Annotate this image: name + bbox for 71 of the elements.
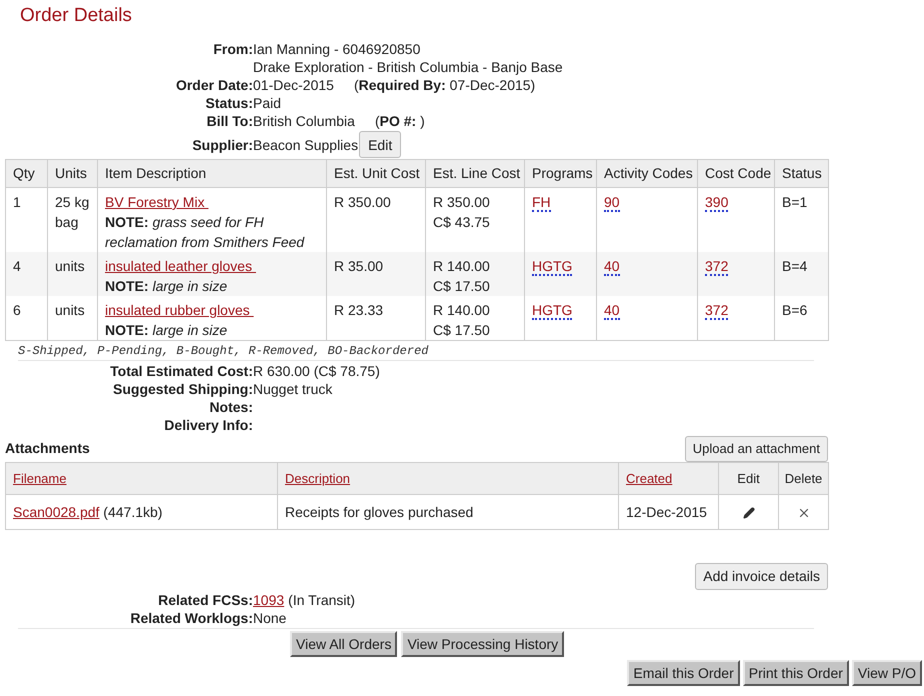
sort-link[interactable]: Description xyxy=(285,470,350,486)
item-link[interactable]: BV Forestry Mix xyxy=(105,194,208,210)
field-label: Order Date: xyxy=(174,76,253,94)
code-link[interactable]: 372 xyxy=(705,258,728,276)
item-note: NOTE: large in size xyxy=(105,277,228,296)
field-label: Related FCSs: xyxy=(157,591,253,609)
edit-button[interactable]: Edit xyxy=(359,131,402,158)
field-label: Bill To: xyxy=(206,112,253,130)
code-link[interactable]: HGTG xyxy=(532,258,572,276)
item-link[interactable]: insulated leather gloves xyxy=(105,258,256,274)
file-size: (447.1kb) xyxy=(103,504,162,520)
table-cell-text: R 350.00 xyxy=(433,193,491,212)
column-header: Edit xyxy=(737,470,760,486)
field-value: 01-Dec-2015 xyxy=(253,76,334,94)
field-label: Total Estimated Cost: xyxy=(109,362,253,380)
field-value: (In Transit) xyxy=(288,591,356,609)
code-link[interactable]: FH xyxy=(532,194,551,212)
table-cell-text: C$ 17.50 xyxy=(433,321,491,340)
column-header: Delete xyxy=(784,470,822,486)
table-cell: 6 xyxy=(6,296,48,340)
column-header: Item Description xyxy=(98,160,326,188)
field-label: Related Worklogs: xyxy=(129,609,253,627)
invoice-button[interactable]: Add invoice details xyxy=(695,563,828,590)
table-cell-text: R 140.00 xyxy=(433,257,491,276)
field-value: Beacon Supplies xyxy=(253,136,358,154)
code-link[interactable]: 40 xyxy=(604,302,620,320)
field-label: Supplier: xyxy=(191,136,253,154)
item-note: NOTE: grass seed for FH reclamation from Smithers Feed xyxy=(105,213,306,252)
column-header: Qty xyxy=(6,160,48,188)
field-label: From: xyxy=(212,40,253,59)
table-cell-text: R 140.00 xyxy=(433,301,491,320)
field-label: Status: xyxy=(204,94,253,112)
field-value: Paid xyxy=(253,94,282,112)
action-button[interactable]: View P/O xyxy=(852,660,922,686)
table-cell: units xyxy=(48,296,98,340)
item-link[interactable]: insulated rubber gloves xyxy=(105,302,254,318)
field-value: R 630.00 (C$ 78.75) xyxy=(253,362,380,380)
code-link[interactable]: 90 xyxy=(604,194,620,212)
upload-button[interactable]: Upload an attachment xyxy=(684,436,828,462)
field-label: Suggested Shipping: xyxy=(112,380,253,398)
action-button[interactable]: Print this Order xyxy=(742,660,849,686)
field-value: Drake Exploration - British Columbia - Banjo Base xyxy=(253,58,563,76)
field-value: Ian Manning - 6046920850 xyxy=(253,40,420,58)
edit-icon[interactable] xyxy=(742,506,754,519)
action-button[interactable]: View All Orders xyxy=(290,631,398,657)
fcs-link[interactable]: 1093 xyxy=(253,591,284,609)
sort-link[interactable]: Filename xyxy=(13,470,66,486)
section-title: Attachments xyxy=(5,439,90,458)
table-cell: B=6 xyxy=(774,296,828,340)
table-cell-text: C$ 43.75 xyxy=(433,213,491,232)
action-button[interactable]: Email this Order xyxy=(627,660,740,686)
field-value: Nugget truck xyxy=(253,380,332,398)
field-note: (PO #: ) xyxy=(374,112,425,130)
file-link[interactable]: Scan0028.pdf xyxy=(13,504,100,520)
field-note: (Required By: 07-Dec-2015) xyxy=(354,76,536,94)
field-value: None xyxy=(253,609,286,627)
code-link[interactable]: 372 xyxy=(705,302,728,320)
code-link[interactable]: 390 xyxy=(705,194,728,212)
code-link[interactable]: 40 xyxy=(604,258,620,276)
code-link[interactable]: HGTG xyxy=(532,302,572,320)
table-cell: R 23.33 xyxy=(326,296,426,340)
table-cell: 12-Dec-2015 xyxy=(618,494,718,530)
page-title: Order Details xyxy=(20,5,133,27)
field-label: Delivery Info: xyxy=(163,416,253,434)
table-cell-text: C$ 17.50 xyxy=(433,277,491,296)
status-legend: S-Shipped, P-Pending, B-Bought, R-Removed, BO-Backordered xyxy=(18,341,814,359)
field-value: British Columbia xyxy=(253,112,355,130)
action-button[interactable]: View Processing History xyxy=(401,631,564,657)
field-label: Notes: xyxy=(208,398,253,416)
item-note: NOTE: large in size xyxy=(105,321,228,340)
table-cell: Receipts for gloves purchased xyxy=(278,494,618,530)
